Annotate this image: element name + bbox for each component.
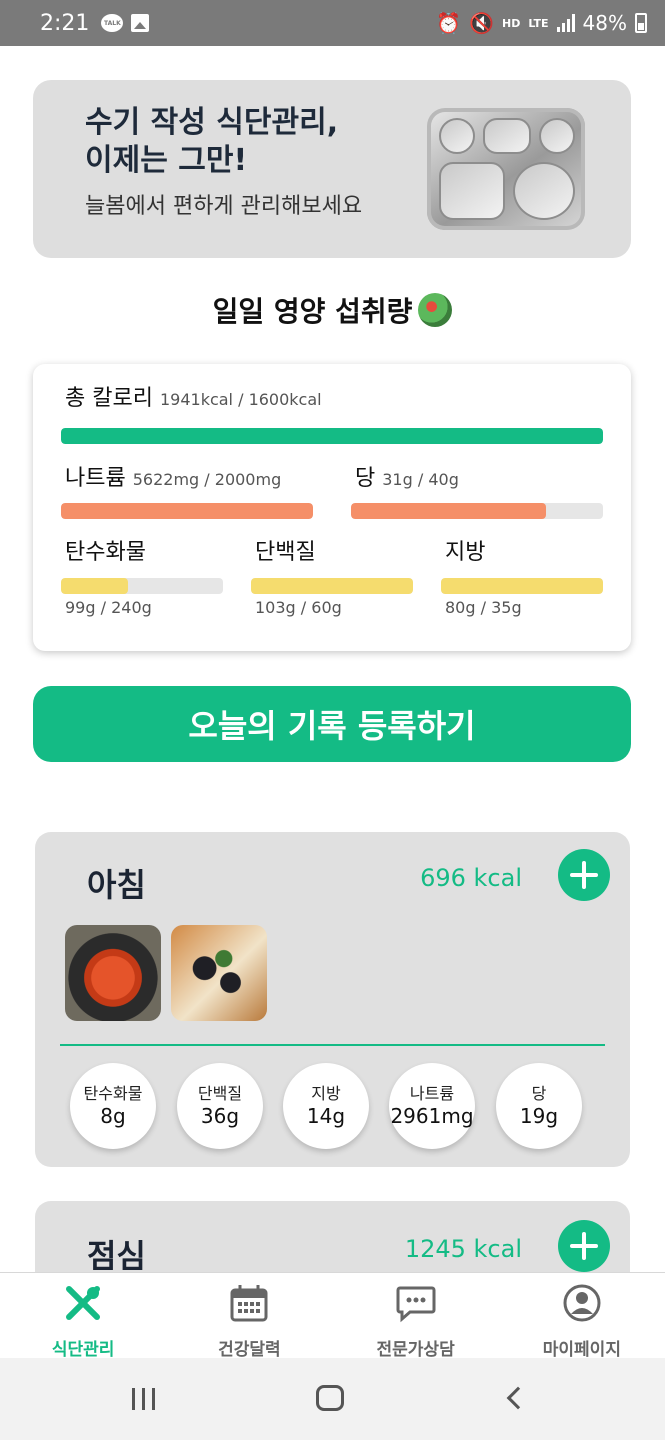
add-breakfast-button[interactable] — [558, 849, 610, 901]
talk-notification-icon: TALK — [101, 14, 124, 32]
lunch-kcal: 1245 kcal — [404, 1235, 522, 1263]
carbs-bar — [61, 578, 223, 594]
utensils-icon — [63, 1283, 103, 1323]
breakfast-card: 아침 696 kcal 탄수화물 8g 단백질 36g 지방 14g 나트륨 2… — [35, 832, 630, 1167]
recents-button[interactable] — [84, 1358, 204, 1440]
bottom-navigation: 식단관리 건강달력 전문가상담 마이페이지 — [0, 1272, 665, 1360]
battery-percent: 48% — [582, 11, 627, 35]
banner-title: 수기 작성 식단관리, 이제는 그만! — [85, 105, 339, 178]
mute-icon: 🔇 — [469, 11, 494, 35]
nav-item-diet[interactable]: 식단관리 — [0, 1273, 166, 1360]
sugar-bar — [351, 503, 603, 519]
breakfast-protein-circle: 단백질 36g — [177, 1063, 263, 1149]
sodium-value: 5622mg / 2000mg — [132, 470, 282, 489]
lte-icon: LTE — [528, 16, 549, 30]
nav-item-mypage[interactable]: 마이페이지 — [499, 1273, 665, 1360]
salad-icon — [418, 293, 453, 327]
promo-banner[interactable]: 수기 작성 식단관리, 이제는 그만! 늘봄에서 편하게 관리해보세요 — [33, 80, 631, 258]
fat-label: 지방 — [445, 540, 486, 565]
breakfast-carbs-circle: 탄수화물 8g — [70, 1063, 156, 1149]
add-lunch-button[interactable] — [558, 1220, 610, 1272]
chat-icon — [396, 1283, 436, 1323]
daily-nutrition-title: 일일 영양 섭취량 — [0, 290, 665, 330]
fat-value: 80g / 35g — [445, 598, 522, 617]
signal-icon — [556, 14, 575, 32]
carbs-label: 탄수화물 — [65, 540, 146, 565]
system-navigation-bar — [0, 1358, 665, 1440]
nutrition-summary-card: 총 칼로리 1941kcal / 1600kcal 나트륨 5622mg / 2… — [33, 364, 631, 651]
breakfast-photo-stew[interactable] — [65, 925, 161, 1021]
calendar-icon — [229, 1283, 269, 1323]
calories-value: 1941kcal / 1600kcal — [159, 390, 322, 409]
back-button[interactable] — [456, 1358, 576, 1440]
protein-bar — [251, 578, 413, 594]
meal-divider — [60, 1044, 605, 1046]
home-button[interactable] — [270, 1358, 390, 1440]
protein-value: 103g / 60g — [255, 598, 342, 617]
calories-label: 총 칼로리 1941kcal / 1600kcal — [65, 386, 322, 411]
protein-label: 단백질 — [255, 540, 316, 565]
register-today-button[interactable]: 오늘의 기록 등록하기 — [33, 686, 631, 762]
alarm-icon: ⏰ — [436, 11, 462, 35]
sodium-label: 나트륨 5622mg / 2000mg — [65, 466, 282, 491]
breakfast-sugar-circle: 당 19g — [496, 1063, 582, 1149]
status-time: 2:21 — [40, 10, 90, 36]
sodium-bar — [61, 503, 313, 519]
breakfast-title: 아침 — [87, 866, 146, 904]
meal-tray-image — [427, 108, 585, 230]
nav-item-consult[interactable]: 전문가상담 — [333, 1273, 499, 1360]
app-screen: 2:21 TALK ⏰ 🔇 HD LTE 48% 수기 작성 식단관리, 이제는… — [0, 0, 665, 1440]
lunch-title: 점심 — [87, 1237, 146, 1275]
fat-bar — [441, 578, 603, 594]
carbs-value: 99g / 240g — [65, 598, 152, 617]
breakfast-photo-pasta[interactable] — [171, 925, 267, 1021]
breakfast-kcal: 696 kcal — [420, 864, 522, 892]
calories-bar — [61, 428, 603, 444]
breakfast-sodium-circle: 나트륨 2961mg — [389, 1063, 475, 1149]
sugar-value: 31g / 40g — [382, 470, 459, 489]
breakfast-fat-circle: 지방 14g — [283, 1063, 369, 1149]
hd-voice-icon: HD — [501, 16, 521, 30]
battery-icon — [635, 13, 647, 33]
status-bar: 2:21 TALK ⏰ 🔇 HD LTE 48% — [0, 0, 665, 46]
banner-subtitle: 늘봄에서 편하게 관리해보세요 — [85, 194, 363, 219]
nav-item-calendar[interactable]: 건강달력 — [166, 1273, 332, 1360]
user-icon — [562, 1283, 602, 1323]
sugar-label: 당 31g / 40g — [355, 466, 459, 491]
gallery-notification-icon — [131, 14, 150, 32]
